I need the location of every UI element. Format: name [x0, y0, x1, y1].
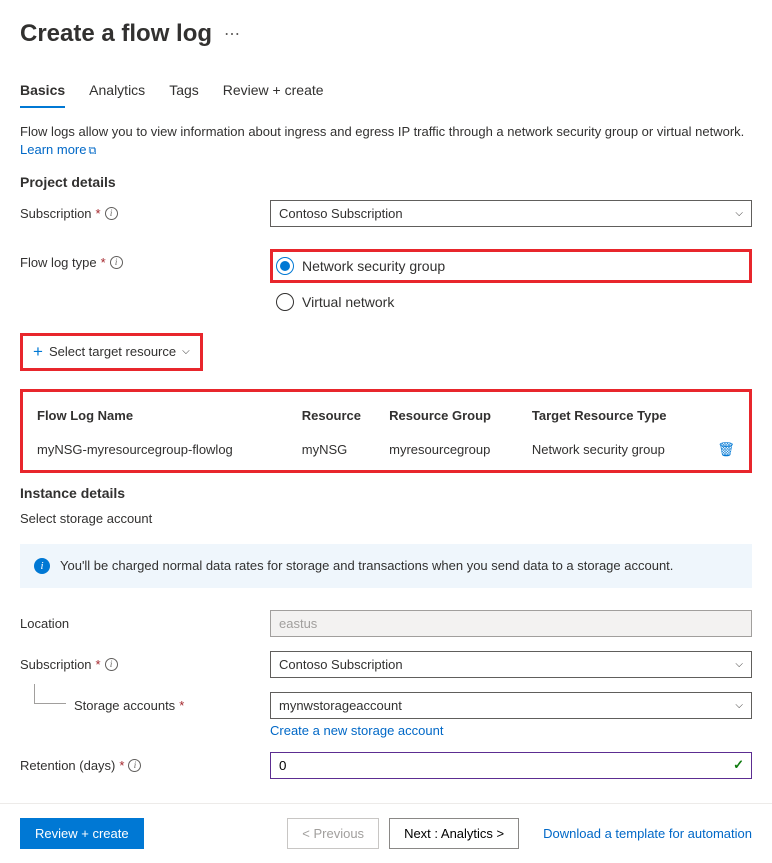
info-filled-icon: i	[34, 558, 50, 574]
previous-button: < Previous	[287, 818, 379, 849]
subscription-label-2: Subscription	[20, 657, 92, 672]
retention-input[interactable]	[270, 752, 752, 779]
storage-account-value: mynwstorageaccount	[279, 698, 402, 713]
location-input: eastus	[270, 610, 752, 637]
next-button[interactable]: Next : Analytics >	[389, 818, 519, 849]
plus-icon: +	[33, 342, 43, 362]
info-icon[interactable]: i	[105, 658, 118, 671]
banner-text: You'll be charged normal data rates for …	[60, 558, 673, 573]
download-template-link[interactable]: Download a template for automation	[543, 826, 752, 841]
flow-log-type-label: Flow log type	[20, 255, 97, 270]
required-marker: *	[101, 255, 106, 270]
learn-more-link[interactable]: Learn more⧉	[20, 142, 96, 157]
required-marker: *	[96, 206, 101, 221]
more-actions-icon[interactable]: ⋯	[224, 24, 240, 44]
page-title: Create a flow log	[20, 20, 212, 48]
retention-field: Retention (days) * i ✓	[20, 752, 752, 779]
chevron-down-icon: ⌵	[182, 346, 190, 357]
location-label: Location	[20, 616, 69, 631]
tab-bar: Basics Analytics Tags Review + create	[20, 82, 752, 109]
tab-tags[interactable]: Tags	[169, 82, 199, 108]
table-row: myNSG-myresourcegroup-flowlog myNSG myre…	[33, 435, 739, 464]
chevron-down-icon: ⌵	[735, 659, 743, 670]
radio-selected-icon	[276, 257, 294, 275]
subscription-label: Subscription	[20, 206, 92, 221]
info-icon[interactable]: i	[105, 207, 118, 220]
instance-details-heading: Instance details	[20, 485, 752, 501]
col-resource-group: Resource Group	[385, 402, 528, 435]
cell-flow-log-name: myNSG-myresourcegroup-flowlog	[33, 435, 298, 464]
subscription-select[interactable]: Contoso Subscription ⌵	[270, 200, 752, 227]
radio-network-security-group[interactable]: Network security group	[276, 255, 445, 277]
flow-log-type-field: Flow log type * i Network security group…	[20, 249, 752, 313]
intro-text: Flow logs allow you to view information …	[20, 123, 752, 160]
required-marker: *	[179, 698, 184, 713]
select-storage-text: Select storage account	[20, 511, 752, 526]
storage-accounts-select[interactable]: mynwstorageaccount ⌵	[270, 692, 752, 719]
storage-subscription-select[interactable]: Contoso Subscription ⌵	[270, 651, 752, 678]
col-resource: Resource	[298, 402, 385, 435]
external-link-icon: ⧉	[88, 145, 96, 157]
retention-label: Retention (days)	[20, 758, 115, 773]
storage-charge-banner: i You'll be charged normal data rates fo…	[20, 544, 752, 588]
radio-vnet-label: Virtual network	[302, 294, 394, 310]
required-marker: *	[96, 657, 101, 672]
valid-check-icon: ✓	[733, 757, 744, 773]
select-target-resource-button[interactable]: + Select target resource ⌵	[20, 333, 203, 371]
create-new-storage-link[interactable]: Create a new storage account	[270, 723, 443, 738]
chevron-down-icon: ⌵	[735, 208, 743, 219]
radio-virtual-network[interactable]: Virtual network	[270, 291, 752, 313]
tab-analytics[interactable]: Analytics	[89, 82, 145, 108]
radio-unselected-icon	[276, 293, 294, 311]
storage-subscription-field: Subscription * i Contoso Subscription ⌵	[20, 651, 752, 678]
subscription-field: Subscription * i Contoso Subscription ⌵	[20, 200, 752, 227]
intro-description: Flow logs allow you to view information …	[20, 124, 744, 139]
chevron-down-icon: ⌵	[735, 700, 743, 711]
subscription-value: Contoso Subscription	[279, 206, 403, 221]
target-resource-table: Flow Log Name Resource Resource Group Ta…	[20, 389, 752, 473]
col-target-type: Target Resource Type	[528, 402, 713, 435]
tab-review-create[interactable]: Review + create	[223, 82, 324, 108]
cell-resource: myNSG	[298, 435, 385, 464]
location-field: Location eastus	[20, 610, 752, 637]
cell-target-type: Network security group	[528, 435, 713, 464]
wizard-footer: Review + create < Previous Next : Analyt…	[0, 803, 772, 863]
delete-icon[interactable]: 🗑	[717, 441, 735, 457]
required-marker: *	[119, 758, 124, 773]
info-icon[interactable]: i	[110, 256, 123, 269]
info-icon[interactable]: i	[128, 759, 141, 772]
storage-subscription-value: Contoso Subscription	[279, 657, 403, 672]
storage-accounts-label: Storage accounts	[74, 698, 175, 713]
table-header-row: Flow Log Name Resource Resource Group Ta…	[33, 402, 739, 435]
storage-accounts-field: Storage accounts * mynwstorageaccount ⌵ …	[20, 692, 752, 738]
indent-connector	[34, 684, 66, 704]
project-details-heading: Project details	[20, 174, 752, 190]
radio-nsg-label: Network security group	[302, 258, 445, 274]
page-header: Create a flow log ⋯	[20, 20, 752, 48]
review-create-button[interactable]: Review + create	[20, 818, 144, 849]
col-flow-log-name: Flow Log Name	[33, 402, 298, 435]
cell-resource-group: myresourcegroup	[385, 435, 528, 464]
tab-basics[interactable]: Basics	[20, 82, 65, 108]
select-target-label: Select target resource	[49, 344, 176, 359]
